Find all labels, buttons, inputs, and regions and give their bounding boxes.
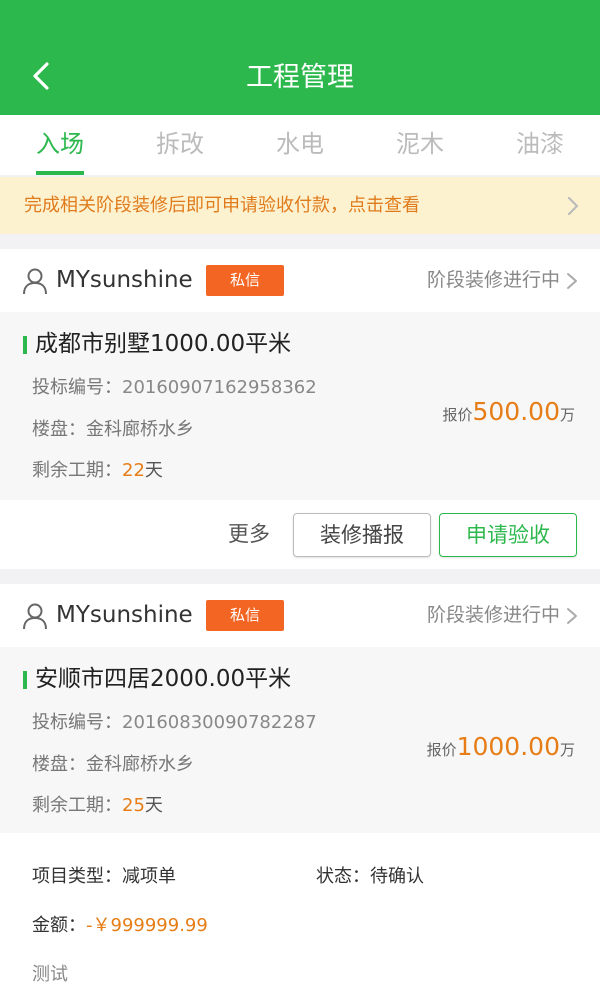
- change-order-detail[interactable]: 项目类型：减项单 状态：待确认 金额：-￥999999.99 测试: [0, 833, 600, 1000]
- tab-masonry-carpentry[interactable]: 泥木: [360, 115, 480, 175]
- remaining-days-row: 剩余工期：25天: [32, 792, 163, 820]
- remaining-days-value: 22: [122, 460, 145, 481]
- quote-price: 报价1000.00万: [427, 727, 575, 770]
- project-title: 安顺市四居2000.00平米: [35, 666, 292, 692]
- user-name: MYsunshine: [56, 602, 193, 628]
- renovation-broadcast-button[interactable]: 装修播报: [293, 513, 431, 557]
- chevron-right-icon: [567, 608, 577, 624]
- card-header: MYsunshine 私信 阶段装修进行中: [0, 249, 600, 312]
- project-type-row: 项目类型：减项单: [32, 863, 176, 891]
- amount-row: 金额：-￥999999.99: [32, 912, 208, 940]
- stage-status-link[interactable]: 阶段装修进行中: [427, 584, 560, 647]
- price-value: 500.00: [472, 397, 560, 426]
- more-button[interactable]: 更多: [228, 500, 270, 569]
- order-status-value: 待确认: [370, 866, 424, 887]
- price-label: 报价: [426, 741, 457, 759]
- project-card: MYsunshine 私信 阶段装修进行中 安顺市四居2000.00平米 投标编…: [0, 584, 600, 835]
- bid-number-value: 20160830090782287: [122, 712, 317, 733]
- project-info[interactable]: 成都市别墅1000.00平米 投标编号：20160907162958362 楼盘：…: [0, 312, 600, 500]
- project-card: MYsunshine 私信 阶段装修进行中 成都市别墅1000.00平米 投标编…: [0, 249, 600, 569]
- bid-number-row: 投标编号：20160830090782287: [32, 709, 317, 737]
- tab-painting[interactable]: 油漆: [480, 115, 600, 175]
- stage-tabs: 入场 拆改 水电 泥木 油漆: [0, 115, 600, 175]
- stage-status-link[interactable]: 阶段装修进行中: [427, 249, 560, 312]
- order-status-row: 状态：待确认: [316, 863, 424, 891]
- days-unit: 天: [144, 795, 163, 816]
- tab-entry[interactable]: 入场: [0, 115, 120, 175]
- days-unit: 天: [144, 460, 163, 481]
- amount-label: 金额：: [32, 915, 86, 936]
- user-name: MYsunshine: [56, 267, 193, 293]
- notice-text: 完成相关阶段装修后即可申请验收付款，点击查看: [24, 195, 420, 216]
- title-accent-bar: [23, 671, 27, 689]
- apply-acceptance-button[interactable]: 申请验收: [439, 513, 577, 557]
- remaining-days-value: 25: [122, 795, 145, 816]
- chevron-right-icon: [567, 196, 579, 216]
- project-type-label: 项目类型：: [32, 866, 122, 887]
- title-accent-bar: [23, 336, 27, 354]
- bid-number-value: 20160907162958362: [122, 377, 317, 398]
- price-value: 1000.00: [456, 732, 560, 761]
- price-label: 报价: [442, 406, 473, 424]
- bid-number-label: 投标编号：: [32, 712, 122, 733]
- project-info[interactable]: 安顺市四居2000.00平米 投标编号：20160830090782287 楼盘：…: [0, 647, 600, 835]
- app-header: 工程管理: [0, 0, 600, 115]
- order-note: 测试: [32, 964, 68, 985]
- price-unit: 万: [559, 406, 575, 424]
- private-message-button[interactable]: 私信: [206, 265, 284, 296]
- tab-demolition[interactable]: 拆改: [120, 115, 240, 175]
- estate-row: 楼盘：金科廊桥水乡: [32, 751, 194, 779]
- quote-price: 报价500.00万: [442, 392, 575, 435]
- user-icon: [23, 268, 47, 295]
- card-actions: 更多 装修播报 申请验收: [0, 500, 600, 569]
- price-unit: 万: [559, 741, 575, 759]
- estate-label: 楼盘：: [32, 754, 86, 775]
- project-type-value: 减项单: [122, 866, 176, 887]
- amount-value: -￥999999.99: [86, 915, 208, 936]
- chevron-right-icon: [567, 273, 577, 289]
- estate-row: 楼盘：金科廊桥水乡: [32, 416, 194, 444]
- project-title: 成都市别墅1000.00平米: [35, 331, 292, 357]
- private-message-button[interactable]: 私信: [206, 600, 284, 631]
- payment-notice-banner[interactable]: 完成相关阶段装修后即可申请验收付款，点击查看: [0, 177, 600, 234]
- estate-value: 金科廊桥水乡: [86, 754, 194, 775]
- bid-number-label: 投标编号：: [32, 377, 122, 398]
- tab-plumbing-electric[interactable]: 水电: [240, 115, 360, 175]
- page-title: 工程管理: [246, 62, 354, 93]
- card-header: MYsunshine 私信 阶段装修进行中: [0, 584, 600, 647]
- order-status-label: 状态：: [316, 866, 370, 887]
- user-icon: [23, 603, 47, 630]
- remaining-label: 剩余工期：: [32, 460, 122, 481]
- estate-label: 楼盘：: [32, 419, 86, 440]
- remaining-label: 剩余工期：: [32, 795, 122, 816]
- estate-value: 金科廊桥水乡: [86, 419, 194, 440]
- bid-number-row: 投标编号：20160907162958362: [32, 374, 317, 402]
- remaining-days-row: 剩余工期：22天: [32, 457, 163, 485]
